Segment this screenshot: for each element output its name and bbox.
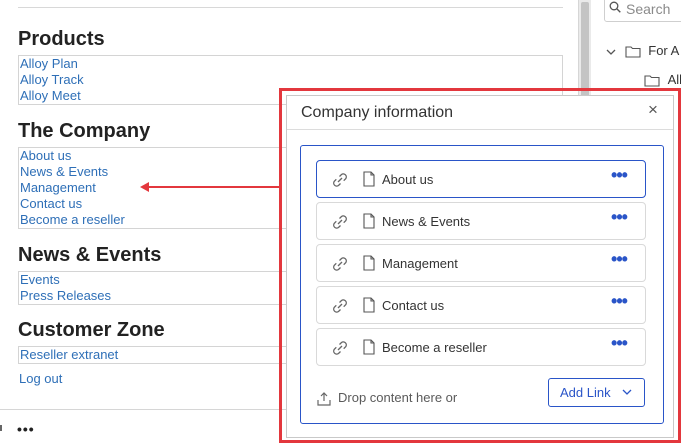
logout-link[interactable]: Log out xyxy=(19,371,62,387)
more-options-button[interactable]: ••• xyxy=(609,334,629,357)
more-options-button[interactable]: ••• xyxy=(609,208,629,231)
divider xyxy=(18,7,563,8)
tree-item-label: All xyxy=(667,72,681,87)
page-icon xyxy=(363,213,375,229)
more-options-button[interactable]: ••• xyxy=(609,166,629,189)
link-icon xyxy=(333,215,347,229)
divider xyxy=(0,425,2,431)
drop-zone-text: Drop content here or xyxy=(338,390,458,405)
item-label: Contact us xyxy=(382,298,445,313)
annotation-arrow xyxy=(148,186,280,188)
item-label: Become a reseller xyxy=(382,340,487,355)
item-label: Management xyxy=(382,256,458,271)
add-link-button[interactable]: Add Link xyxy=(548,378,645,407)
link-icon xyxy=(333,299,347,313)
add-link-label: Add Link xyxy=(560,385,611,400)
tree-item[interactable]: All xyxy=(644,70,681,90)
page-icon xyxy=(363,255,375,271)
upload-icon xyxy=(317,391,331,406)
page-icon xyxy=(363,171,375,187)
more-options-button[interactable]: ••• xyxy=(609,292,629,315)
link-icon xyxy=(333,257,347,271)
link-icon xyxy=(333,173,347,187)
content-item[interactable]: Management ••• xyxy=(316,244,646,282)
scrollbar-thumb[interactable] xyxy=(581,2,589,97)
content-item[interactable]: News & Events ••• xyxy=(316,202,646,240)
company-info-dialog: Company information × About us ••• News … xyxy=(286,95,674,438)
search-icon xyxy=(609,1,621,13)
dialog-header: Company information × xyxy=(287,96,673,130)
section-title: Products xyxy=(18,28,105,50)
page-icon xyxy=(363,297,375,313)
search-box xyxy=(604,0,681,22)
content-item[interactable]: About us ••• xyxy=(316,160,646,198)
nav-link[interactable]: Alloy Plan xyxy=(20,56,562,72)
link-icon xyxy=(333,341,347,355)
item-label: News & Events xyxy=(382,214,471,229)
tree-item-label: For A xyxy=(648,43,680,58)
more-options-icon[interactable]: ••• xyxy=(17,422,35,436)
search-input[interactable] xyxy=(624,0,681,20)
dialog-title: Company information xyxy=(301,104,454,121)
folder-icon xyxy=(644,75,660,87)
folder-icon xyxy=(625,46,641,58)
chevron-down-icon xyxy=(622,389,632,395)
item-label: About us xyxy=(382,172,434,187)
annotation-arrow-head xyxy=(140,182,149,192)
nav-link[interactable]: Alloy Track xyxy=(20,72,562,88)
page-icon xyxy=(363,339,375,355)
content-area: About us ••• News & Events ••• Managemen… xyxy=(300,145,664,424)
more-options-button[interactable]: ••• xyxy=(609,250,629,273)
content-item[interactable]: Contact us ••• xyxy=(316,286,646,324)
tree-item[interactable]: For A xyxy=(605,41,679,61)
chevron-down-icon[interactable] xyxy=(605,46,617,58)
close-button[interactable]: × xyxy=(643,100,663,120)
content-item[interactable]: Become a reseller ••• xyxy=(316,328,646,366)
drop-zone[interactable]: Drop content here or xyxy=(316,388,457,408)
